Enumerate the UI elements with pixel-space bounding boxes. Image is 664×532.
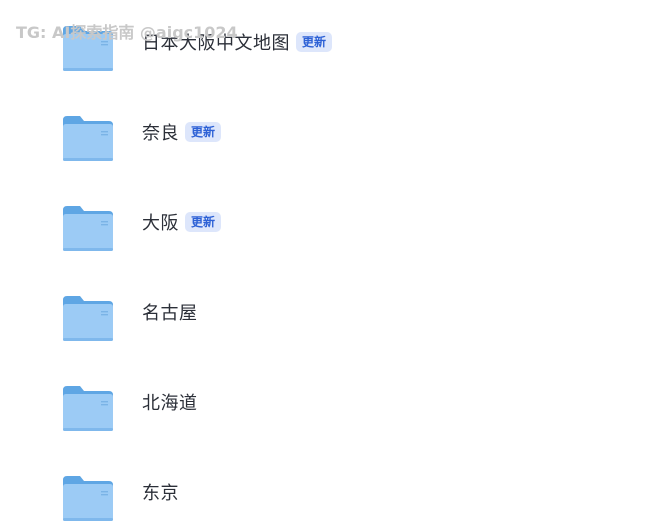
folder-name: 北海道 (142, 393, 198, 414)
update-badge: 更新 (185, 122, 222, 142)
folder-icon (61, 294, 115, 342)
update-badge: 更新 (185, 212, 222, 232)
folder-name: 奈良 (142, 123, 179, 144)
folder-name: 东京 (142, 483, 179, 504)
folder-icon (61, 114, 115, 162)
folder-row[interactable]: 名古屋 (0, 277, 664, 347)
folder-icon (61, 204, 115, 252)
folder-icon (61, 384, 115, 432)
watermark-text: TG: AI探索指南 @aigc1024 (16, 23, 238, 42)
folder-name: 名古屋 (142, 303, 198, 324)
folder-row[interactable]: 北海道 (0, 367, 664, 437)
file-browser-page: TG: AI探索指南 @aigc1024 日本大阪中文地图 更新 奈良 更新 大… (0, 0, 664, 532)
folder-icon (61, 474, 115, 522)
folder-name: 大阪 (142, 213, 179, 234)
folder-row[interactable]: 东京 (0, 457, 664, 527)
update-badge: 更新 (296, 32, 333, 52)
folder-row[interactable]: 大阪 更新 (0, 187, 664, 257)
folder-row[interactable]: 奈良 更新 (0, 97, 664, 167)
